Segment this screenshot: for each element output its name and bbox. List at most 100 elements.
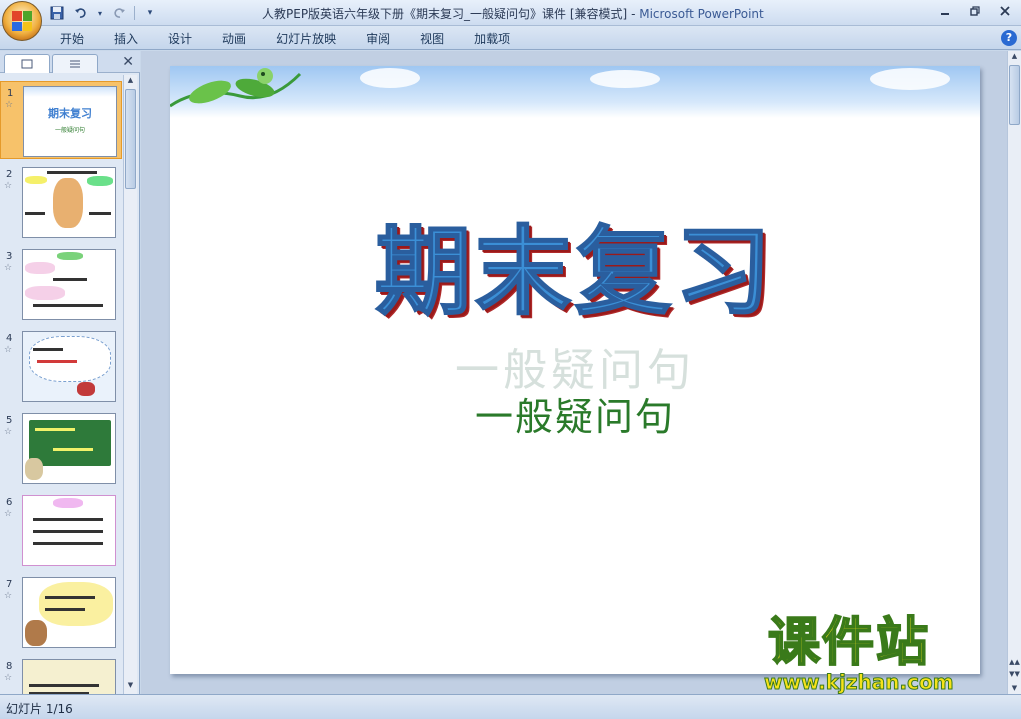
thumbnail-number: 7	[6, 579, 13, 590]
thumbnail-line	[45, 608, 85, 611]
thumbnail-line	[47, 171, 97, 174]
animation-star-icon: ☆	[4, 181, 13, 191]
thumbnail-line	[33, 530, 103, 533]
thumbnail-graphic	[29, 420, 111, 466]
thumbnail-title: 期末复习	[48, 107, 92, 120]
slide[interactable]: 期末复习 一般疑问句 一般疑问句	[170, 66, 980, 674]
outline-tab[interactable]	[52, 54, 98, 73]
thumbnail-graphic	[29, 336, 111, 382]
slide-thumbnail[interactable]	[22, 413, 116, 484]
tab-view[interactable]: 视图	[410, 30, 454, 48]
animation-star-icon: ☆	[4, 345, 13, 355]
thumbnail-graphic	[25, 176, 47, 184]
thumbnail-graphic	[57, 252, 83, 260]
window-title: 人教PEP版英语六年级下册《期末复习_一般疑问句》课件 [兼容模式] - Mic…	[262, 5, 764, 22]
thumbnail-subtitle: 一般疑问句	[54, 127, 85, 134]
undo-dropdown-icon[interactable]: ▾	[96, 4, 104, 22]
slide-indicator: 幻灯片 1/16	[6, 702, 73, 716]
previous-slide-icon[interactable]: ▲▲	[1008, 658, 1021, 666]
save-icon[interactable]	[48, 4, 66, 22]
thumbnail-band	[24, 87, 116, 97]
document-title: 人教PEP版英语六年级下册《期末复习_一般疑问句》课件 [兼容模式]	[262, 7, 628, 21]
tab-slide-show[interactable]: 幻灯片放映	[266, 30, 346, 48]
tab-review[interactable]: 审阅	[356, 30, 400, 48]
slide-title[interactable]: 期末复习	[170, 194, 980, 333]
panel-scrollbar[interactable]: ▲ ▼	[123, 75, 137, 694]
restore-icon[interactable]	[967, 3, 983, 19]
slides-tab-icon	[21, 59, 33, 69]
tab-add-ins[interactable]: 加载项	[464, 30, 520, 48]
tab-design[interactable]: 设计	[158, 30, 202, 48]
quick-access-toolbar: ▾ ▾	[48, 4, 159, 22]
thumbnail-line	[53, 448, 93, 451]
thumbnail-row[interactable]: 4 ☆	[0, 327, 122, 405]
thumbnail-graphic	[87, 176, 113, 186]
thumbnail-number: 6	[6, 497, 13, 508]
thumbnail-row[interactable]: 2 ☆	[0, 163, 122, 241]
thumbnail-line	[33, 518, 103, 521]
thumbnail-line	[89, 212, 111, 215]
thumbnail-row[interactable]: 7 ☆	[0, 573, 122, 651]
status-bar: 幻灯片 1/16	[0, 694, 1021, 719]
scroll-thumb[interactable]	[1009, 65, 1020, 125]
thumbnail-row[interactable]: 8 ☆	[0, 655, 122, 694]
cloud-decoration	[870, 68, 950, 90]
thumbnail-line	[33, 348, 63, 351]
animation-star-icon: ☆	[4, 427, 13, 437]
next-slide-icon[interactable]: ▼▼	[1008, 670, 1021, 678]
minimize-icon[interactable]	[937, 3, 953, 19]
slide-subtitle[interactable]: 一般疑问句	[170, 386, 980, 441]
tab-home[interactable]: 开始	[50, 30, 94, 48]
thumbnail-row[interactable]: 5 ☆	[0, 409, 122, 487]
thumbnail-line	[29, 684, 99, 687]
thumbnail-graphic	[53, 178, 83, 228]
scroll-down-icon[interactable]: ▼	[1008, 684, 1021, 692]
tab-insert[interactable]: 插入	[104, 30, 148, 48]
thumbnail-graphic	[25, 286, 65, 300]
office-button[interactable]	[2, 1, 42, 41]
thumbnail-graphic	[77, 382, 95, 396]
slide-thumbnail[interactable]	[22, 167, 116, 238]
slide-thumbnail[interactable]	[22, 249, 116, 320]
scroll-up-icon[interactable]: ▲	[124, 76, 137, 88]
thumbnail-number: 1	[7, 88, 14, 99]
leaf-decoration	[170, 68, 302, 108]
thumbnail-graphic	[25, 458, 43, 480]
animation-star-icon: ☆	[4, 263, 13, 273]
redo-icon[interactable]	[110, 4, 128, 22]
scroll-down-icon[interactable]: ▼	[124, 681, 137, 693]
vertical-scrollbar[interactable]: ▲ ▲▲ ▼▼ ▼	[1007, 51, 1021, 694]
tab-animations[interactable]: 动画	[212, 30, 256, 48]
thumbnail-row[interactable]: 3 ☆	[0, 245, 122, 323]
app-name: Microsoft PowerPoint	[639, 7, 764, 21]
thumbnail-line	[37, 360, 77, 363]
cloud-decoration	[360, 68, 420, 88]
close-icon[interactable]	[997, 3, 1013, 19]
help-button[interactable]: ?	[1001, 30, 1017, 46]
watermark-chinese: 课件站	[767, 613, 931, 673]
slides-tab[interactable]	[4, 54, 50, 73]
customize-toolbar-icon[interactable]: ▾	[141, 4, 159, 22]
thumbnail-number: 8	[6, 661, 13, 672]
animation-star-icon: ☆	[4, 591, 13, 601]
slide-thumbnail[interactable]	[22, 659, 116, 694]
slide-thumbnail[interactable]	[22, 495, 116, 566]
slide-thumbnail[interactable]	[22, 577, 116, 648]
thumbnail-row[interactable]: 1 ☆ 期末复习 一般疑问句	[0, 81, 122, 159]
thumbnail-list: 1 ☆ 期末复习 一般疑问句 2 ☆ 3 ☆ 4 ☆ 5 ☆ 6 ☆ 7 ☆ 8…	[0, 75, 122, 694]
thumbnail-number: 4	[6, 333, 13, 344]
scroll-thumb[interactable]	[125, 89, 136, 189]
thumbnail-line	[35, 428, 75, 431]
outline-tab-icon	[70, 60, 80, 68]
slide-thumbnail[interactable]: 期末复习 一般疑问句	[23, 86, 117, 157]
animation-star-icon: ☆	[4, 509, 13, 519]
slides-panel: ✕ 1 ☆ 期末复习 一般疑问句 2 ☆ 3 ☆ 4 ☆ 5 ☆ 6 ☆ 7 ☆…	[0, 51, 140, 694]
slide-thumbnail[interactable]	[22, 331, 116, 402]
animation-star-icon: ☆	[4, 673, 13, 683]
scroll-up-icon[interactable]: ▲	[1008, 52, 1021, 60]
title-bar: ▾ ▾ 人教PEP版英语六年级下册《期末复习_一般疑问句》课件 [兼容模式] -…	[0, 0, 1021, 26]
panel-close-icon[interactable]: ✕	[122, 54, 134, 70]
undo-icon[interactable]	[72, 4, 90, 22]
watermark-url: www.kjzhan.com	[764, 670, 955, 695]
thumbnail-row[interactable]: 6 ☆	[0, 491, 122, 569]
